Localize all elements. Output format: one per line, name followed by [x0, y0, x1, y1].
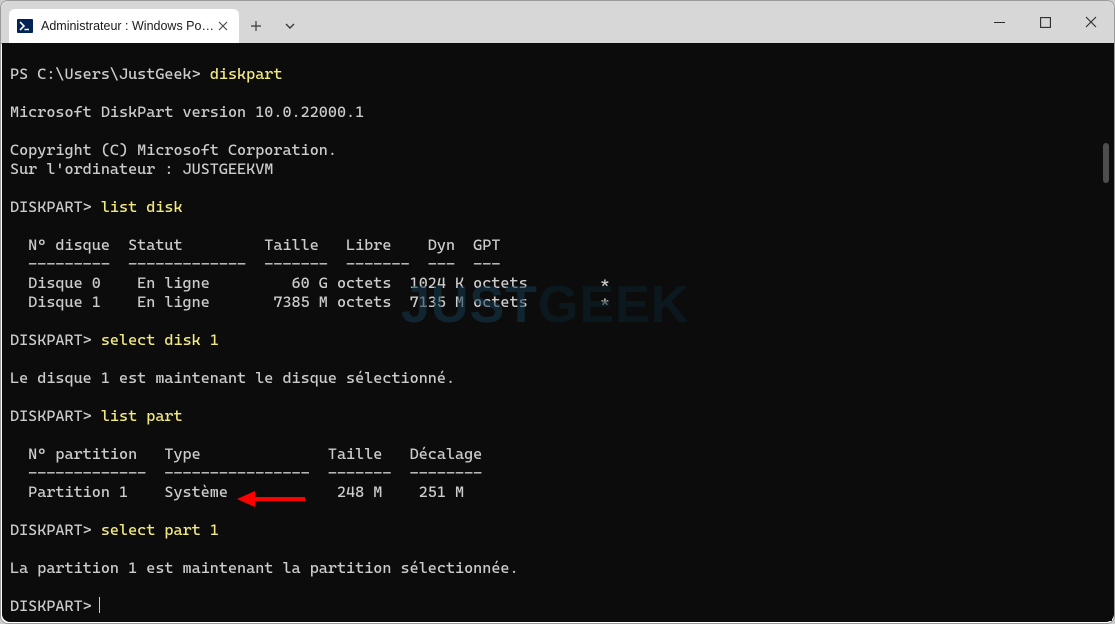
minimize-icon	[994, 17, 1005, 28]
close-icon	[1085, 16, 1097, 28]
new-tab-button[interactable]	[239, 9, 273, 43]
title-bar: Administrateur : Windows Powe	[1, 1, 1114, 44]
close-button[interactable]	[1068, 1, 1114, 43]
command: list part	[101, 407, 183, 425]
command: select disk 1	[101, 331, 219, 349]
prompt: DISKPART>	[10, 597, 101, 615]
output-line: Sur l'ordinateur : JUSTGEEKVM	[10, 160, 273, 178]
table-row: Disque 1 En ligne 7385 M octets 7135 M o…	[10, 293, 609, 311]
output-line: Copyright (C) Microsoft Corporation.	[10, 141, 337, 159]
window-controls	[976, 1, 1114, 43]
powershell-icon	[17, 18, 33, 34]
text-cursor	[99, 597, 100, 613]
terminal-output[interactable]: PS C:\Users\JustGeek> diskpart Microsoft…	[2, 43, 1114, 622]
tab-active[interactable]: Administrateur : Windows Powe	[9, 9, 239, 43]
tab-dropdown-button[interactable]	[273, 9, 307, 43]
command: select part 1	[101, 521, 219, 539]
table-separator: ------------- ---------------- ------- -…	[10, 464, 482, 482]
table-row: Partition 1 Système 248 M 251 M	[10, 483, 464, 501]
prompt: DISKPART>	[10, 521, 101, 539]
minimize-button[interactable]	[976, 1, 1022, 43]
command: diskpart	[210, 65, 283, 83]
tab-title: Administrateur : Windows Powe	[41, 19, 215, 33]
close-icon	[218, 21, 228, 31]
scrollbar-thumb[interactable]	[1103, 143, 1109, 183]
table-header: N° partition Type Taille Décalage	[10, 445, 482, 463]
scrollbar[interactable]	[1100, 43, 1112, 621]
tab-close-button[interactable]	[215, 18, 231, 34]
table-row: Disque 0 En ligne 60 G octets 1024 K oct…	[10, 274, 609, 292]
prompt: PS C:\Users\JustGeek>	[10, 65, 210, 83]
prompt: DISKPART>	[10, 407, 101, 425]
maximize-icon	[1040, 17, 1051, 28]
table-separator: --------- ------------- ------- ------- …	[10, 255, 500, 273]
prompt: DISKPART>	[10, 331, 101, 349]
command: list disk	[101, 198, 183, 216]
maximize-button[interactable]	[1022, 1, 1068, 43]
output-line: La partition 1 est maintenant la partiti…	[10, 559, 519, 577]
chevron-down-icon	[284, 20, 296, 32]
app-window: Administrateur : Windows Powe PS C:\User…	[0, 0, 1115, 624]
output-line: Microsoft DiskPart version 10.0.22000.1	[10, 103, 364, 121]
table-header: N° disque Statut Taille Libre Dyn GPT	[10, 236, 500, 254]
output-line: Le disque 1 est maintenant le disque sél…	[10, 369, 455, 387]
plus-icon	[250, 20, 262, 32]
prompt: DISKPART>	[10, 198, 101, 216]
